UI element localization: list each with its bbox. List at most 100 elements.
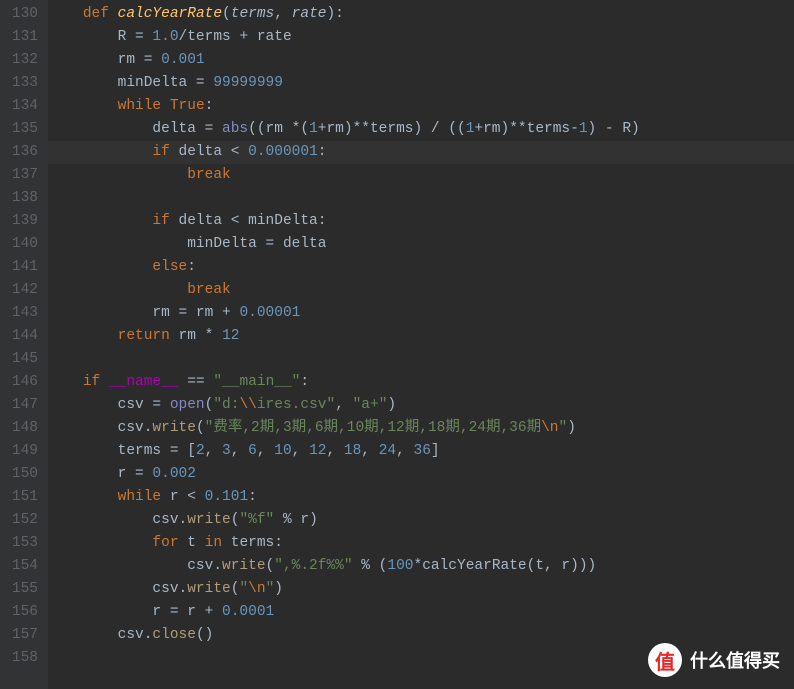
code-line[interactable]: R = 1.0/terms + rate [48, 26, 794, 49]
code-line[interactable]: break [48, 164, 794, 187]
code-token: "__main__" [213, 374, 300, 390]
watermark-text: 什么值得买 [690, 647, 780, 673]
code-token: delta < minDelta: [179, 213, 327, 229]
code-line[interactable]: rm = rm + 0.00001 [48, 302, 794, 325]
code-token: == [179, 374, 214, 390]
code-token: 0.002 [152, 466, 196, 482]
code-token: ): [326, 6, 343, 22]
code-token: "d: [213, 397, 239, 413]
code-token: 0.0001 [222, 604, 274, 620]
code-token [48, 374, 83, 390]
code-line[interactable]: csv.write("\n") [48, 578, 794, 601]
code-line[interactable]: for t in terms: [48, 532, 794, 555]
code-token: while [118, 489, 170, 505]
code-token: ",%.2f%%" [274, 558, 352, 574]
code-token: "%f" [239, 512, 274, 528]
line-number: 154 [8, 555, 38, 578]
code-line[interactable]: def calcYearRate(terms, rate): [48, 3, 794, 26]
code-token: 100 [387, 558, 413, 574]
code-token: () [196, 627, 213, 643]
code-line[interactable]: while True: [48, 95, 794, 118]
code-line[interactable]: minDelta = 99999999 [48, 72, 794, 95]
code-token: csv. [48, 558, 222, 574]
code-token: \n [248, 581, 265, 597]
code-token: 10 [274, 443, 291, 459]
code-line[interactable]: csv = open("d:\\ires.csv", "a+") [48, 394, 794, 417]
code-token: ires.csv" [257, 397, 335, 413]
code-line[interactable] [48, 187, 794, 210]
code-token: ( [222, 6, 231, 22]
code-token: ) - R) [588, 121, 640, 137]
code-token: in [205, 535, 231, 551]
line-number: 158 [8, 647, 38, 670]
code-token: terms = [ [48, 443, 196, 459]
code-line[interactable]: return rm * 12 [48, 325, 794, 348]
code-line[interactable]: delta = abs((rm *(1+rm)**terms) / ((1+rm… [48, 118, 794, 141]
code-token [48, 535, 152, 551]
code-token: ( [196, 420, 205, 436]
code-token: terms [231, 6, 275, 22]
code-line[interactable]: csv.write("%f" % r) [48, 509, 794, 532]
line-number: 145 [8, 348, 38, 371]
code-token: " [558, 420, 567, 436]
code-token: csv. [48, 581, 187, 597]
code-line[interactable] [48, 348, 794, 371]
code-token: +rm)**terms- [474, 121, 578, 137]
line-number: 156 [8, 601, 38, 624]
line-number: 148 [8, 417, 38, 440]
code-token: " [239, 581, 248, 597]
code-token: else [152, 259, 187, 275]
code-token: ) [387, 397, 396, 413]
code-token: , [396, 443, 413, 459]
code-line[interactable]: break [48, 279, 794, 302]
code-token [48, 282, 187, 298]
code-line[interactable]: minDelta = delta [48, 233, 794, 256]
line-number: 141 [8, 256, 38, 279]
code-editor[interactable]: 1301311321331341351361371381391401411421… [0, 0, 794, 689]
code-token: __name__ [109, 374, 179, 390]
code-token: 18 [344, 443, 361, 459]
line-number: 134 [8, 95, 38, 118]
code-token: while True [118, 98, 205, 114]
code-token: : [205, 98, 214, 114]
code-token: , [257, 443, 274, 459]
code-token: , [231, 443, 248, 459]
code-line[interactable]: r = 0.002 [48, 463, 794, 486]
code-token: % r) [274, 512, 318, 528]
watermark: 值 什么值得买 [648, 643, 780, 677]
code-line[interactable]: else: [48, 256, 794, 279]
code-area[interactable]: def calcYearRate(terms, rate): R = 1.0/t… [48, 0, 794, 689]
line-number: 137 [8, 164, 38, 187]
code-token [48, 144, 152, 160]
code-line[interactable]: csv.write(",%.2f%%" % (100*calcYearRate(… [48, 555, 794, 578]
code-line[interactable]: r = r + 0.0001 [48, 601, 794, 624]
line-number: 147 [8, 394, 38, 417]
line-number: 149 [8, 440, 38, 463]
code-line[interactable]: while r < 0.101: [48, 486, 794, 509]
code-token: "费率,2期,3期,6期,10期,12期,18期,24期,36期 [205, 420, 541, 436]
code-token: open [170, 397, 205, 413]
code-line[interactable]: csv.write("费率,2期,3期,6期,10期,12期,18期,24期,3… [48, 417, 794, 440]
code-line[interactable]: rm = 0.001 [48, 49, 794, 72]
code-token: ) [274, 581, 283, 597]
code-token: 3 [222, 443, 231, 459]
code-token: rate [292, 6, 327, 22]
code-token: % ( [353, 558, 388, 574]
code-token: \n [541, 420, 558, 436]
code-line[interactable]: if delta < minDelta: [48, 210, 794, 233]
line-number: 140 [8, 233, 38, 256]
code-token: ( [266, 558, 275, 574]
watermark-badge-icon: 值 [648, 643, 682, 677]
code-token: csv. [48, 627, 152, 643]
code-token: delta = [48, 121, 222, 137]
code-token: 0.000001 [248, 144, 318, 160]
code-line[interactable]: terms = [2, 3, 6, 10, 12, 18, 24, 36] [48, 440, 794, 463]
code-token: , [205, 443, 222, 459]
code-token: 12 [309, 443, 326, 459]
code-token [48, 98, 118, 114]
line-number: 130 [8, 3, 38, 26]
code-line[interactable]: if delta < 0.000001: [48, 141, 794, 164]
code-token: csv. [48, 512, 187, 528]
code-line[interactable]: if __name__ == "__main__": [48, 371, 794, 394]
code-token: : [248, 489, 257, 505]
